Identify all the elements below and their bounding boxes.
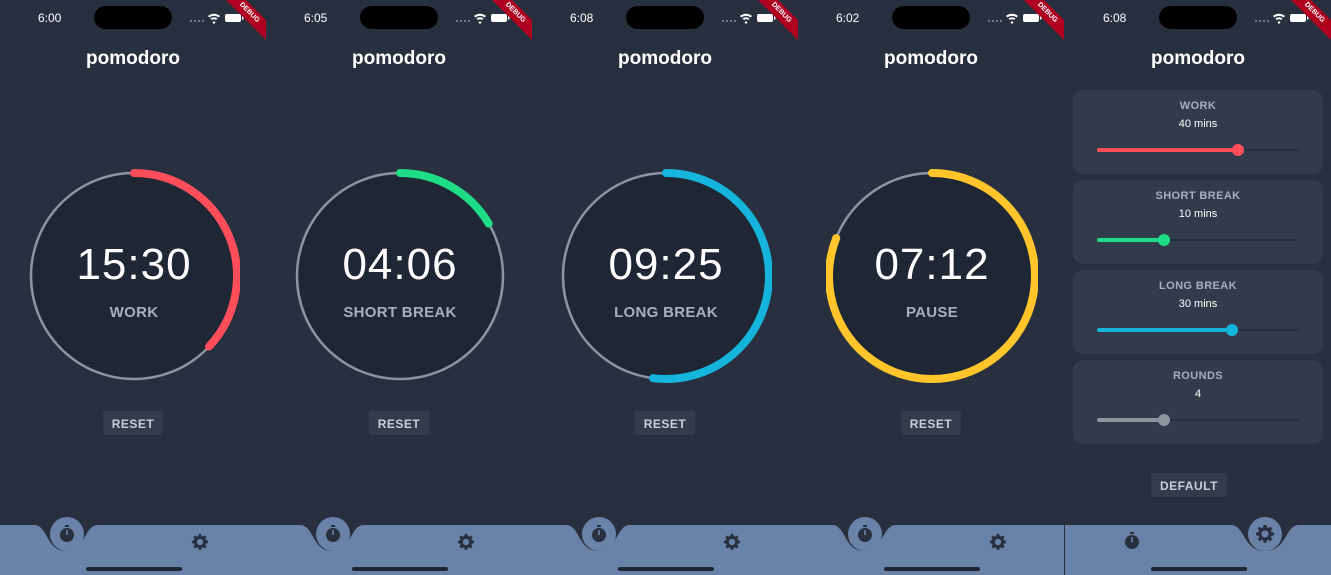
home-indicator [352,567,448,571]
dynamic-island [892,6,970,29]
phone-screen-work: 6:00 DEBUG pomodoro 15:30 WORK RESET [0,0,266,575]
default-button[interactable]: DEFAULT [1151,473,1227,497]
setting-label: LONG BREAK [1159,280,1237,292]
slider-thumb[interactable] [1157,234,1170,246]
gear-icon[interactable] [191,533,209,551]
status-bar: 6:08 [1065,0,1331,34]
status-bar: 6:02 [798,0,1064,34]
timer-mode: LONG BREAK [614,304,718,321]
status-time: 6:08 [570,11,594,25]
status-time: 6:00 [38,11,62,25]
status-time: 6:02 [836,11,860,25]
setting-label: SHORT BREAK [1155,190,1241,202]
slider-thumb[interactable] [1157,414,1170,426]
timer-icon[interactable] [855,524,875,544]
timer-icon[interactable] [57,524,77,544]
setting-card-long-break: LONG BREAK 30 mins [1073,270,1323,354]
app-title: pomodoro [1151,48,1245,69]
timer-mode: SHORT BREAK [343,304,457,321]
dynamic-island [1159,6,1237,29]
status-time: 6:05 [304,11,328,25]
setting-card-work: WORK 40 mins [1073,90,1323,174]
bottom-nav [266,517,532,575]
setting-value: 10 mins [1178,208,1218,220]
gear-icon[interactable] [723,533,741,551]
slider-fill [1097,148,1239,152]
bottom-nav [798,517,1064,575]
home-indicator [884,567,980,571]
timer-dial: 15:30 WORK [28,166,240,386]
slider-fill [1097,238,1164,242]
timer-value: 07:12 [874,240,990,289]
timer-dial: 09:25 LONG BREAK [560,166,772,386]
phone-screen-long-break: 6:08 DEBUG pomodoro 09:25 LONG BREAK RES… [532,0,798,575]
reset-button[interactable]: RESET [901,411,961,435]
app-title: pomodoro [352,48,446,69]
setting-value: 30 mins [1178,298,1218,310]
slider-fill [1097,418,1164,422]
dynamic-island [626,6,704,29]
timer-icon[interactable] [1122,531,1142,551]
reset-button[interactable]: RESET [369,411,429,435]
app-title: pomodoro [884,48,978,69]
slider-thumb[interactable] [1232,144,1245,156]
reset-button[interactable]: RESET [635,411,695,435]
slider-thumb[interactable] [1226,324,1239,336]
timer-icon[interactable] [589,524,609,544]
phone-screen-short-break: 6:05 DEBUG pomodoro 04:06 SHORT BREAK RE… [266,0,532,575]
setting-value: 4 [1194,388,1202,400]
status-bar: 6:00 [0,0,266,34]
setting-card-short-break: SHORT BREAK 10 mins [1073,180,1323,264]
timer-dial: 04:06 SHORT BREAK [294,166,506,386]
phone-screen-settings: 6:08 DEBUG pomodoro WORK 40 mins SHORT B… [1065,0,1331,575]
reset-button[interactable]: RESET [103,411,163,435]
status-bar: 6:05 [266,0,532,34]
home-indicator [86,567,182,571]
timer-mode: PAUSE [905,304,959,321]
bottom-nav [0,517,266,575]
setting-card-rounds: ROUNDS 4 [1073,360,1323,444]
timer-dial: 07:12 PAUSE [826,166,1038,386]
setting-label: WORK [1179,100,1217,112]
status-time: 6:08 [1103,11,1127,25]
home-indicator [618,567,714,571]
phone-screen-pause: 6:02 DEBUG pomodoro 07:12 PAUSE RESET [798,0,1064,575]
slider-fill [1097,328,1233,332]
gear-icon[interactable] [989,533,1007,551]
bottom-nav [532,517,798,575]
timer-icon[interactable] [323,524,343,544]
timer-value: 09:25 [608,240,724,289]
app-title: pomodoro [86,48,180,69]
gear-icon[interactable] [1255,524,1275,544]
bottom-nav [1065,517,1331,575]
timer-value: 15:30 [76,240,192,289]
dynamic-island [360,6,438,29]
app-title: pomodoro [618,48,712,69]
setting-value: 40 mins [1178,118,1218,130]
timer-value: 04:06 [342,240,458,289]
timer-mode: WORK [109,304,159,321]
gear-icon[interactable] [457,533,475,551]
status-bar: 6:08 [532,0,798,34]
setting-label: ROUNDS [1172,370,1224,382]
home-indicator [1151,567,1247,571]
dynamic-island [94,6,172,29]
